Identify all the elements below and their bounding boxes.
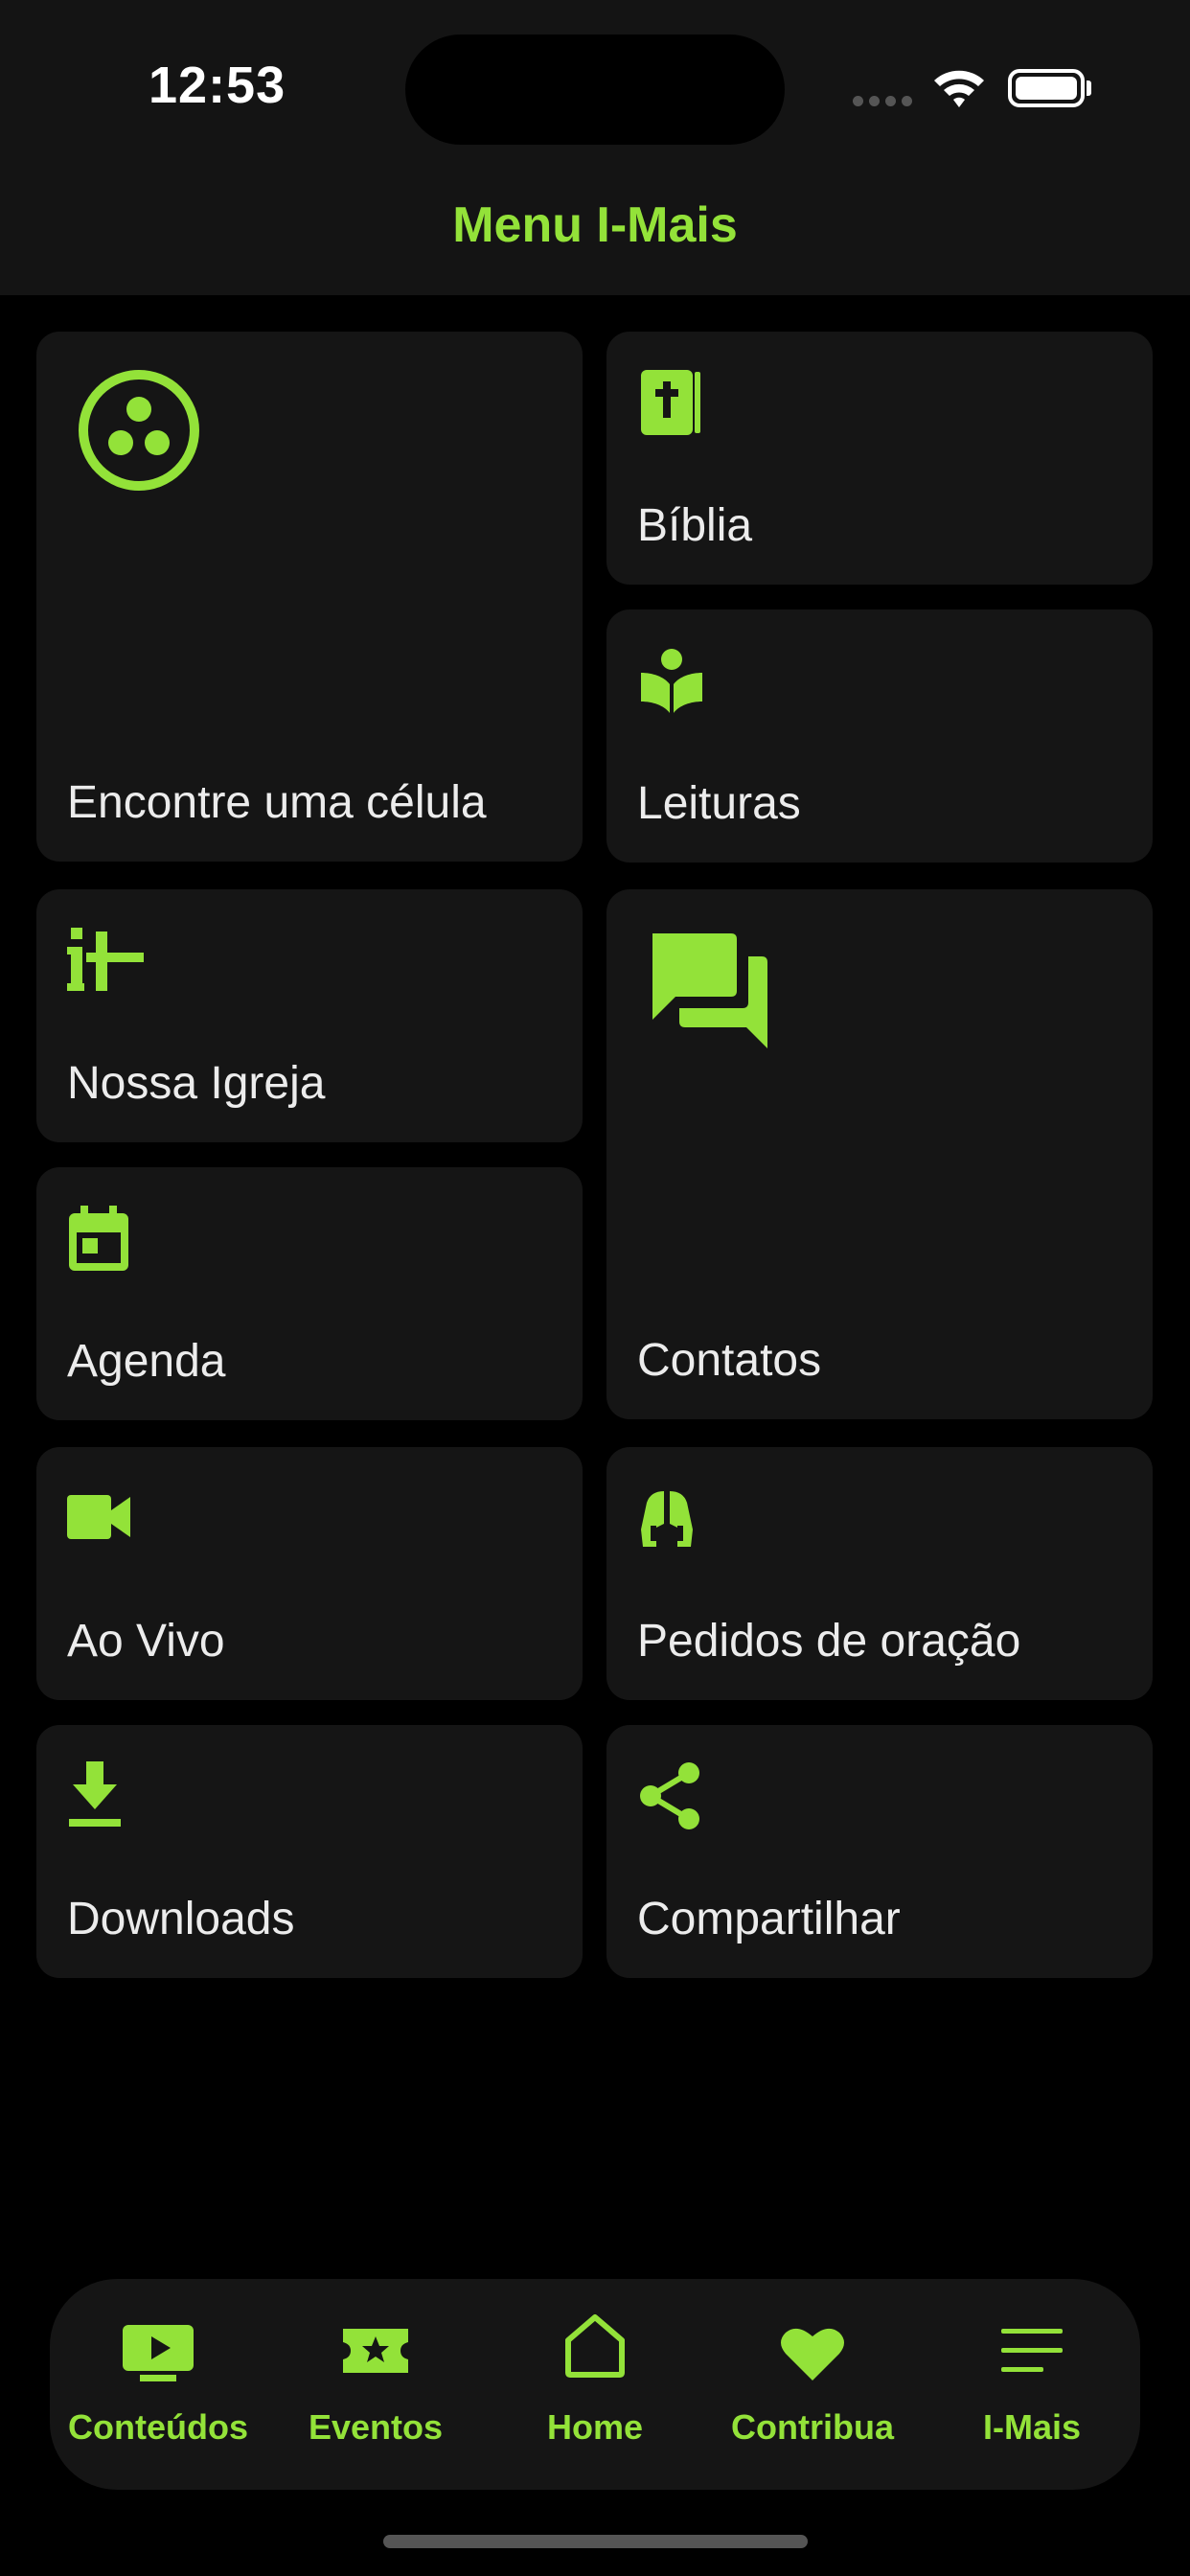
tile-label: Bíblia [637,500,753,551]
share-icon [640,1762,699,1829]
home-indicator [383,2535,808,2548]
ticket-star-icon [343,2329,408,2373]
tab-conteudos[interactable]: Conteúdos [53,2279,263,2490]
tab-contribua[interactable]: Contribua [707,2279,918,2490]
download-icon [69,1761,121,1827]
tile-label: Leituras [637,778,801,829]
wifi-icon [934,70,984,107]
tab-eventos[interactable]: Eventos [270,2279,481,2490]
tab-i-mais[interactable]: I-Mais [927,2279,1137,2490]
tab-bar: Conteúdos Eventos Home Contribua I-Mais [50,2279,1140,2490]
tile-label: Downloads [67,1894,295,1944]
menu-icon [1001,2329,1063,2372]
cell-group-icon [79,370,199,491]
status-time: 12:53 [149,57,286,114]
tile-leituras[interactable]: Leituras [606,610,1153,862]
battery-icon [1008,69,1085,107]
battery-cap [1087,80,1091,96]
tile-pedidos-oracao[interactable]: Pedidos de oração [606,1447,1153,1700]
tile-label: Compartilhar [637,1894,901,1944]
tile-agenda[interactable]: Agenda [36,1167,583,1420]
tile-label: Contatos [637,1335,822,1386]
page-title: Menu I-Mais [452,197,738,253]
tab-label: Contribua [731,2407,894,2447]
tab-home[interactable]: Home [490,2279,700,2490]
tile-label: Agenda [67,1336,226,1387]
cellular-signal-icon [853,96,912,107]
tile-label: Ao Vivo [67,1616,225,1667]
tile-biblia[interactable]: Bíblia [606,332,1153,585]
home-icon [565,2314,625,2378]
tile-compartilhar[interactable]: Compartilhar [606,1725,1153,1978]
tile-encontre-celula[interactable]: Encontre uma célula [36,332,583,862]
dynamic-island [405,34,785,145]
calendar-icon [69,1206,128,1271]
tab-label: Eventos [308,2407,444,2447]
tile-label: Encontre uma célula [67,777,487,828]
video-camera-icon [67,1495,130,1539]
tile-contatos[interactable]: Contatos [606,889,1153,1419]
heart-icon [781,2328,844,2380]
tile-downloads[interactable]: Downloads [36,1725,583,1978]
tile-ao-vivo[interactable]: Ao Vivo [36,1447,583,1700]
tab-label: I-Mais [982,2407,1082,2447]
screen: 12:53 Menu I-Mais Encontre uma célula Bí… [0,0,1190,2576]
reading-icon [641,649,702,713]
header: 12:53 Menu I-Mais [0,0,1190,295]
tile-nossa-igreja[interactable]: Nossa Igreja [36,889,583,1142]
tile-label: Nossa Igreja [67,1058,326,1109]
chat-icon [652,933,767,1048]
tab-label: Home [546,2407,644,2447]
bible-icon [641,370,700,435]
church-logo-icon [67,928,144,991]
play-screen-icon [123,2325,194,2381]
tab-label: Conteúdos [68,2407,248,2447]
tile-label: Pedidos de oração [637,1616,1021,1667]
praying-hands-icon [641,1491,693,1547]
